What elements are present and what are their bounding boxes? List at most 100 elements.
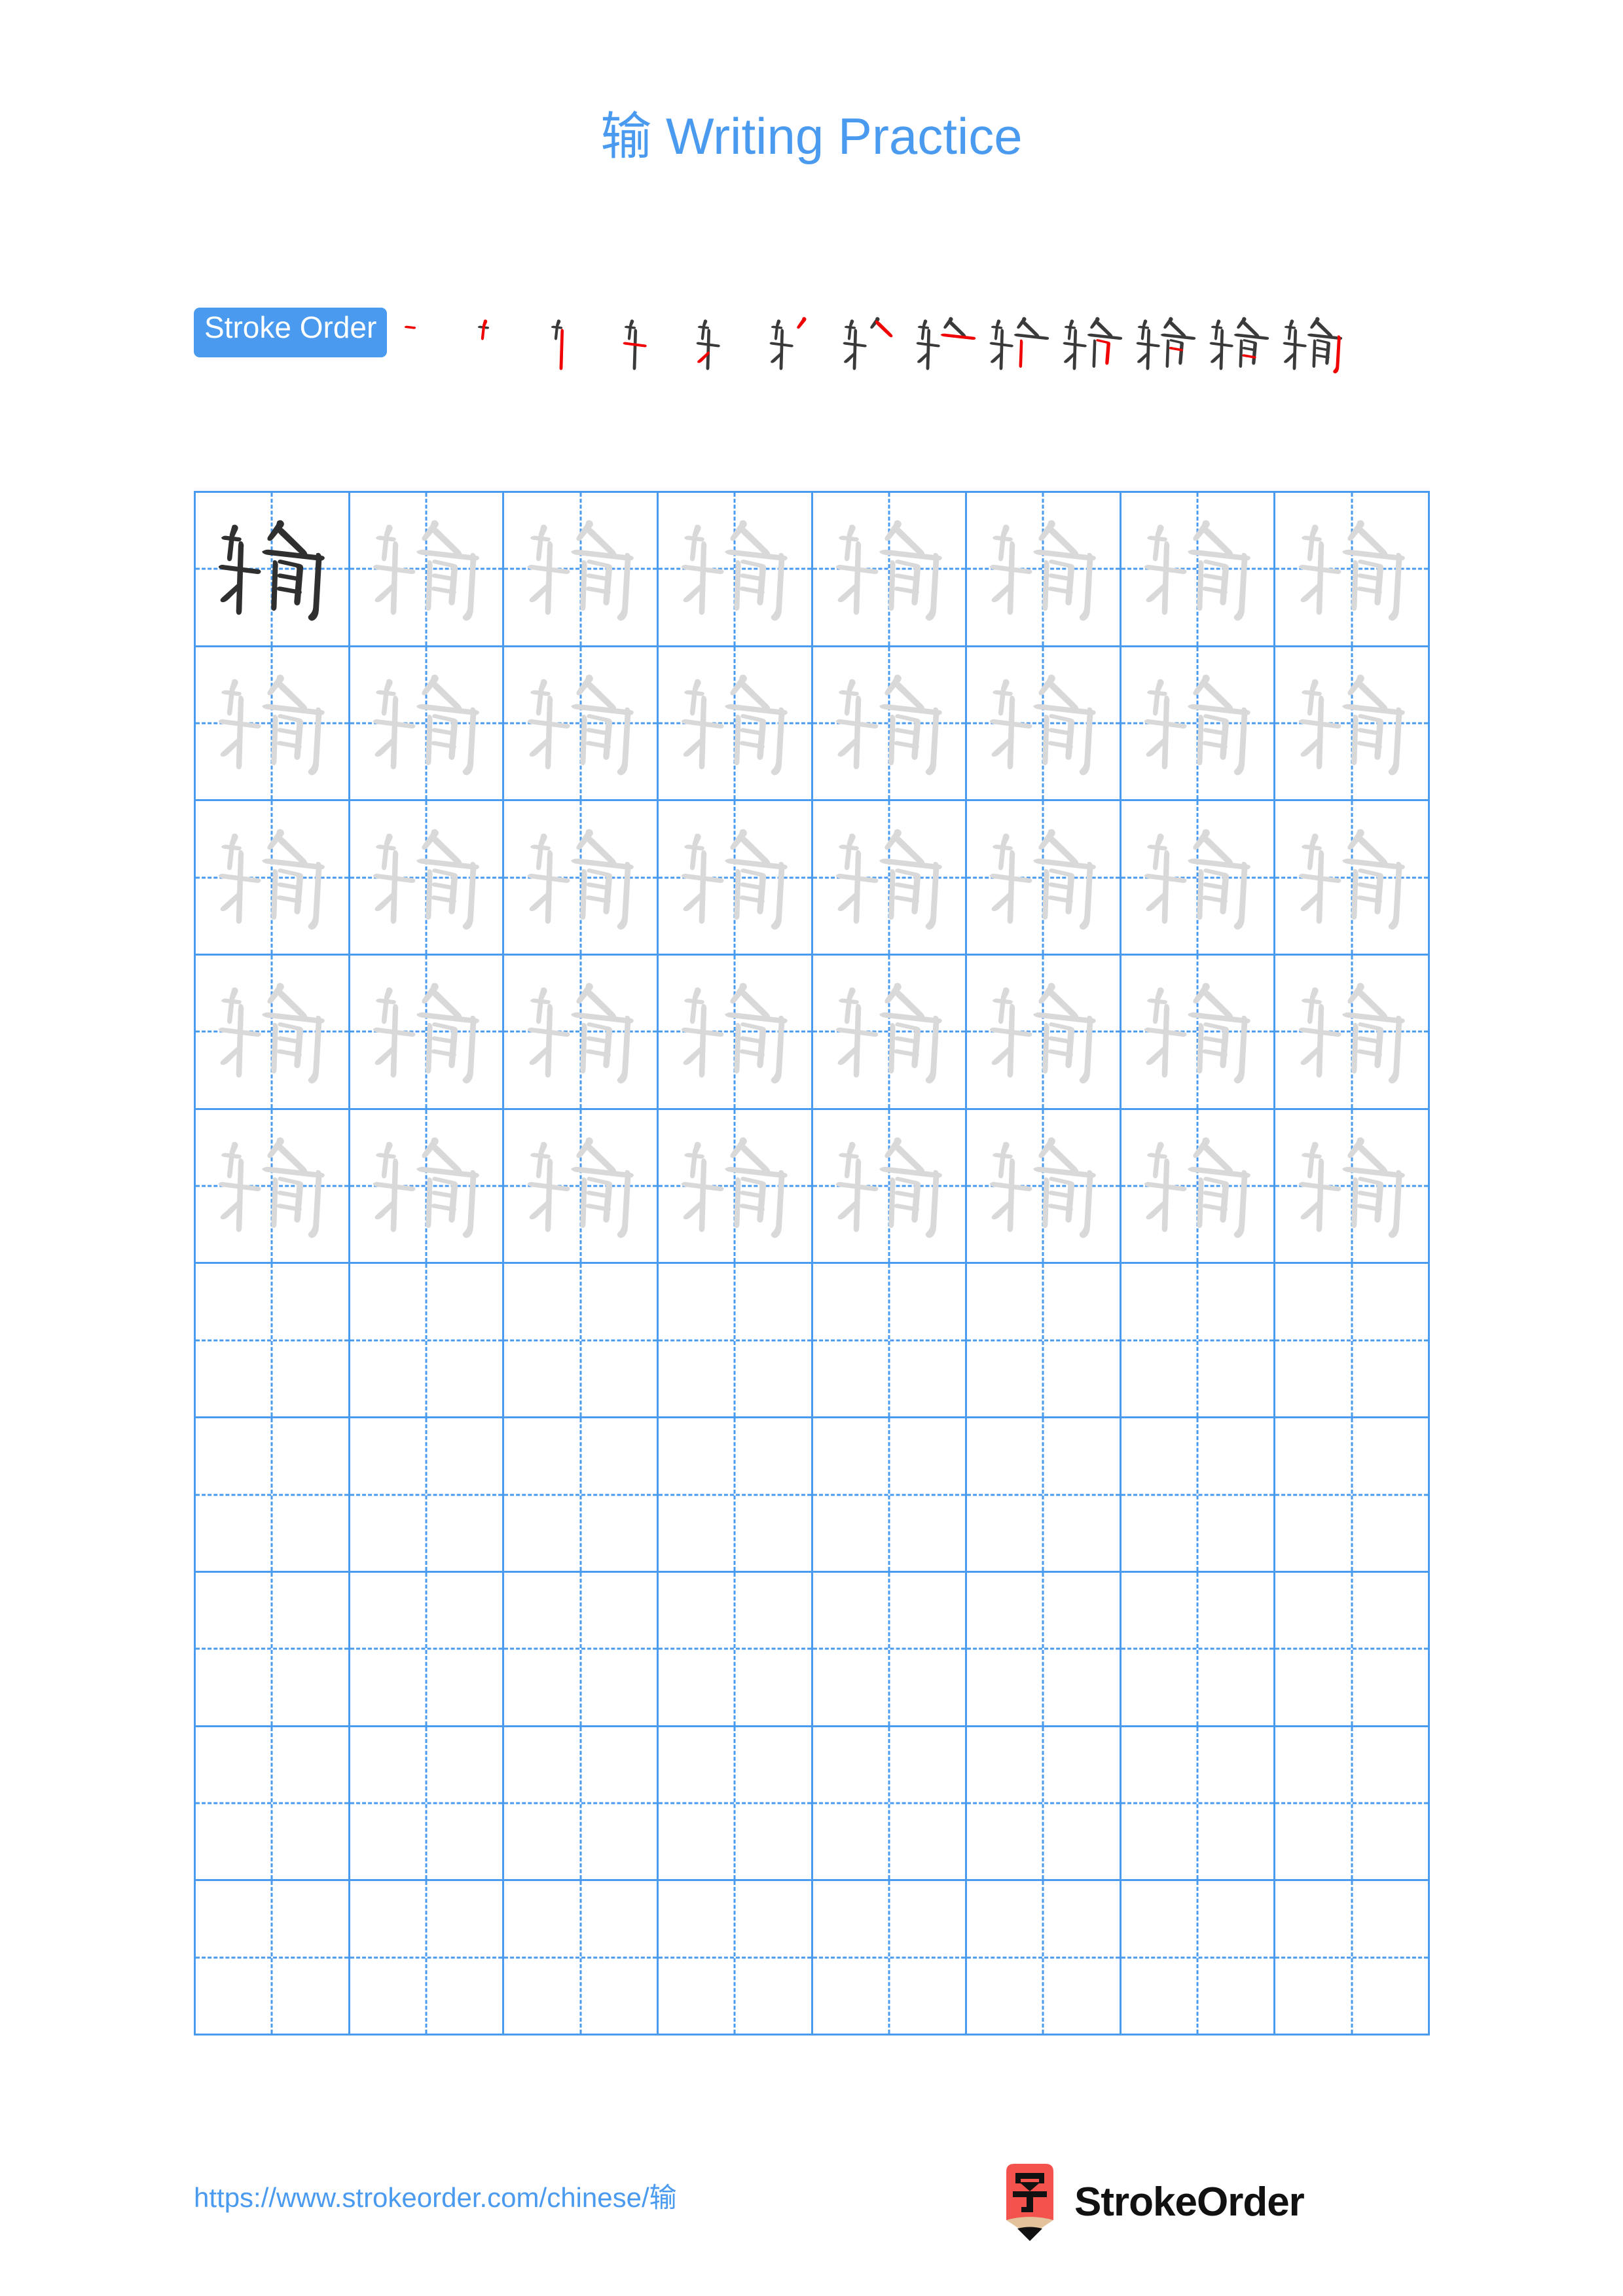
practice-cell[interactable] xyxy=(350,1572,505,1727)
practice-cell[interactable] xyxy=(812,1572,968,1727)
practice-cell[interactable] xyxy=(658,1109,813,1265)
practice-cell[interactable] xyxy=(1121,1727,1276,1882)
practice-cell[interactable] xyxy=(1275,801,1430,956)
cell-horizontal-guide xyxy=(1121,1956,1274,1959)
trace-character xyxy=(504,493,657,645)
practice-cell[interactable] xyxy=(504,1264,659,1419)
practice-cell[interactable] xyxy=(1275,647,1430,802)
practice-cell[interactable] xyxy=(1121,1572,1276,1727)
practice-cell[interactable] xyxy=(196,647,350,802)
practice-cell[interactable] xyxy=(1275,1881,1430,2036)
practice-cell[interactable] xyxy=(812,956,968,1110)
practice-cell[interactable] xyxy=(504,1572,659,1727)
practice-cell[interactable] xyxy=(967,1418,1122,1573)
practice-cell[interactable] xyxy=(812,1727,968,1882)
practice-cell[interactable] xyxy=(1275,956,1430,1110)
practice-cell[interactable] xyxy=(658,1881,813,2036)
practice-cell[interactable] xyxy=(1121,1109,1276,1265)
practice-cell[interactable] xyxy=(1275,1109,1430,1265)
cell-horizontal-guide xyxy=(967,1339,1120,1342)
practice-cell[interactable] xyxy=(350,956,505,1110)
practice-cell[interactable] xyxy=(812,1418,968,1573)
pencil-logo-icon xyxy=(1000,2162,1060,2242)
cell-horizontal-guide xyxy=(812,1494,966,1496)
practice-cell[interactable] xyxy=(1121,956,1276,1110)
practice-cell[interactable] xyxy=(1121,1264,1276,1419)
practice-cell[interactable] xyxy=(967,1727,1122,1882)
trace-character xyxy=(504,647,657,800)
footer-url-link[interactable]: https://www.strokeorder.com/chinese/输 xyxy=(194,2181,677,2214)
trace-character xyxy=(1275,801,1428,954)
practice-cell[interactable] xyxy=(658,1264,813,1419)
practice-cell[interactable] xyxy=(196,493,350,647)
practice-cell[interactable] xyxy=(504,493,659,647)
practice-cell[interactable] xyxy=(504,956,659,1110)
practice-cell[interactable] xyxy=(350,647,505,802)
trace-character xyxy=(1122,801,1274,954)
practice-cell[interactable] xyxy=(504,801,659,956)
cell-horizontal-guide xyxy=(812,1339,966,1342)
practice-cell[interactable] xyxy=(350,1109,505,1265)
practice-cell[interactable] xyxy=(196,1109,350,1265)
practice-cell[interactable] xyxy=(812,801,968,956)
practice-cell[interactable] xyxy=(196,1418,350,1573)
practice-cell[interactable] xyxy=(812,1109,968,1265)
practice-cell[interactable] xyxy=(196,1572,350,1727)
practice-cell[interactable] xyxy=(350,1727,505,1882)
practice-cell[interactable] xyxy=(504,647,659,802)
practice-cell[interactable] xyxy=(1121,1881,1276,2036)
practice-cell[interactable] xyxy=(967,1881,1122,2036)
practice-cell[interactable] xyxy=(658,493,813,647)
practice-cell[interactable] xyxy=(1275,1418,1430,1573)
practice-cell[interactable] xyxy=(1275,1264,1430,1419)
cell-horizontal-guide xyxy=(967,1956,1120,1959)
stroke-step-3 xyxy=(543,308,616,381)
practice-cell[interactable] xyxy=(658,1572,813,1727)
practice-cell[interactable] xyxy=(967,956,1122,1110)
practice-cell[interactable] xyxy=(196,1881,350,2036)
practice-cell[interactable] xyxy=(1275,493,1430,647)
practice-cell[interactable] xyxy=(504,1727,659,1882)
practice-cell[interactable] xyxy=(658,1418,813,1573)
practice-cell[interactable] xyxy=(658,801,813,956)
practice-cell[interactable] xyxy=(350,1881,505,2036)
cell-horizontal-guide xyxy=(1275,1339,1428,1342)
cell-horizontal-guide xyxy=(1275,1494,1428,1496)
practice-cell[interactable] xyxy=(196,1264,350,1419)
practice-cell[interactable] xyxy=(967,647,1122,802)
practice-cell[interactable] xyxy=(1275,1727,1430,1882)
practice-cell[interactable] xyxy=(504,1418,659,1573)
practice-cell[interactable] xyxy=(658,1727,813,1882)
practice-cell[interactable] xyxy=(350,801,505,956)
practice-cell[interactable] xyxy=(1121,493,1276,647)
practice-cell[interactable] xyxy=(967,1264,1122,1419)
practice-cell[interactable] xyxy=(350,1264,505,1419)
practice-cell[interactable] xyxy=(812,647,968,802)
practice-cell[interactable] xyxy=(350,493,505,647)
trace-character xyxy=(967,647,1120,800)
practice-cell[interactable] xyxy=(812,493,968,647)
practice-cell[interactable] xyxy=(1275,1572,1430,1727)
practice-cell[interactable] xyxy=(658,956,813,1110)
practice-cell[interactable] xyxy=(1121,647,1276,802)
practice-cell[interactable] xyxy=(967,1109,1122,1265)
practice-cell[interactable] xyxy=(967,1572,1122,1727)
practice-cell[interactable] xyxy=(196,1727,350,1882)
practice-cell[interactable] xyxy=(1121,1418,1276,1573)
practice-cell[interactable] xyxy=(350,1418,505,1573)
trace-character xyxy=(1122,1110,1274,1263)
practice-cell[interactable] xyxy=(504,1881,659,2036)
practice-cell[interactable] xyxy=(196,956,350,1110)
trace-character xyxy=(1122,956,1274,1108)
practice-cell[interactable] xyxy=(812,1264,968,1419)
practice-cell[interactable] xyxy=(658,647,813,802)
practice-cell[interactable] xyxy=(812,1881,968,2036)
cell-horizontal-guide xyxy=(350,1339,503,1342)
practice-cell[interactable] xyxy=(504,1109,659,1265)
stroke-step-4 xyxy=(616,308,689,381)
cell-horizontal-guide xyxy=(504,1494,657,1496)
practice-cell[interactable] xyxy=(967,493,1122,647)
practice-cell[interactable] xyxy=(1121,801,1276,956)
practice-cell[interactable] xyxy=(967,801,1122,956)
practice-cell[interactable] xyxy=(196,801,350,956)
